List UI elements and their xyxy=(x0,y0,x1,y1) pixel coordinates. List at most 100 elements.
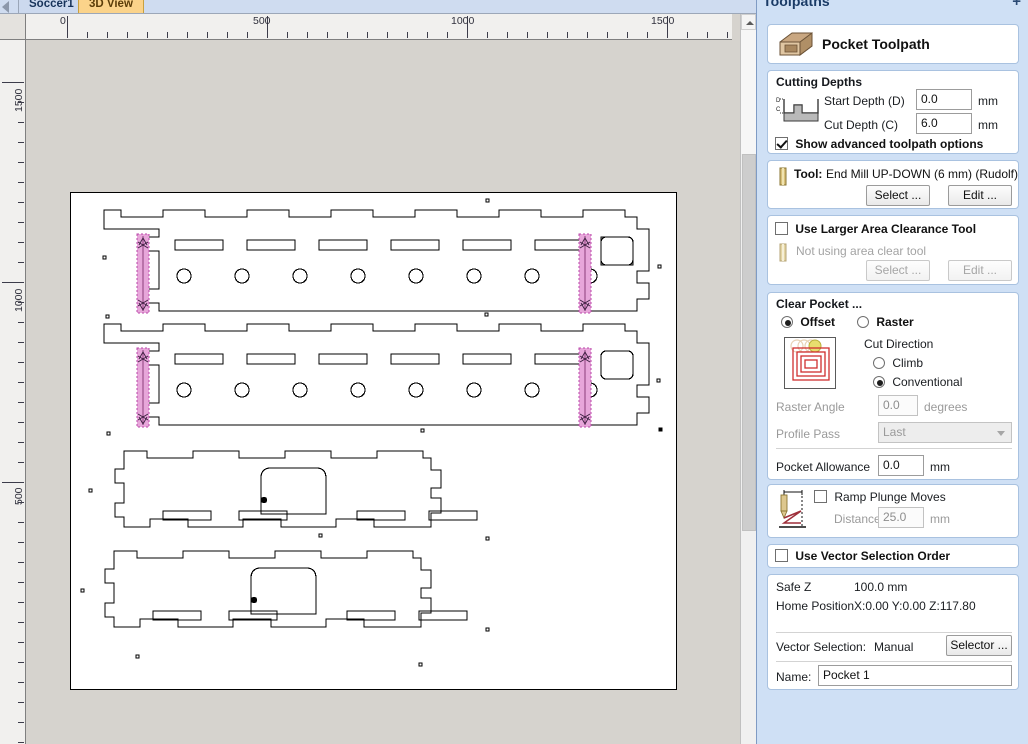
pocket-toolpath-icon xyxy=(779,32,813,56)
vector-order-row[interactable]: Use Vector Selection Order xyxy=(775,549,950,563)
direction-climb-radio-row[interactable]: Climb xyxy=(873,356,923,370)
vector-selection-value: Manual xyxy=(874,640,914,654)
toolpaths-panel: Toolpaths + Pocket Toolpath Cutting Dept… xyxy=(756,0,1028,744)
material-sheet xyxy=(70,192,677,690)
chevron-down-icon xyxy=(997,431,1005,436)
offset-strategy-preview-icon xyxy=(784,337,836,389)
vector-order-checkbox[interactable] xyxy=(775,549,788,562)
scrollbar-track[interactable] xyxy=(741,30,756,154)
advanced-options-checkbox[interactable] xyxy=(775,137,788,150)
ramp-distance-input[interactable]: 25.0 xyxy=(878,507,924,528)
toolpaths-panel-header: Toolpaths + xyxy=(757,0,1028,16)
home-position-label: Home Position xyxy=(776,599,855,613)
area-clearance-status: Not using area clear tool xyxy=(796,244,927,258)
area-clearance-group: Use Larger Area Clearance Tool Not using… xyxy=(767,215,1019,285)
position-group: Safe Z 100.0 mm Home Position X:0.00 Y:0… xyxy=(767,574,1019,690)
area-clearance-select-button[interactable]: Select ... xyxy=(866,260,930,281)
clear-pocket-group: Clear Pocket ... Offset Raster Cut Direc… xyxy=(767,292,1019,480)
profile-pass-select[interactable]: Last xyxy=(878,422,1012,443)
toolpaths-title: Toolpaths xyxy=(763,0,830,9)
add-toolpath-icon[interactable]: + xyxy=(1012,0,1021,10)
scroll-up-button[interactable] xyxy=(741,14,756,30)
svg-text:C: C xyxy=(776,107,781,113)
pocket-allowance-input[interactable]: 0.0 xyxy=(878,455,924,476)
strategy-offset-radio[interactable] xyxy=(781,316,793,328)
start-depth-input[interactable]: 0.0 xyxy=(916,89,972,110)
selector-button[interactable]: Selector ... xyxy=(946,635,1012,656)
advanced-options-label: Show advanced toolpath options xyxy=(795,137,984,151)
tool-edit-button[interactable]: Edit ... xyxy=(948,185,1012,206)
tool-select-button[interactable]: Select ... xyxy=(866,185,930,206)
canvas-vertical-scrollbar[interactable] xyxy=(740,14,756,744)
tab-3d-view[interactable]: 3D View xyxy=(78,0,144,13)
start-depth-label: Start Depth (D) xyxy=(824,94,905,108)
strategy-offset-label: Offset xyxy=(800,315,836,329)
direction-conventional-radio-row[interactable]: Conventional xyxy=(873,375,962,389)
cut-depth-label: Cut Depth (C) xyxy=(824,118,899,132)
strategy-offset-radio-row[interactable]: Offset xyxy=(781,315,835,329)
profile-pass-label: Profile Pass xyxy=(776,427,841,441)
pocket-allowance-label: Pocket Allowance xyxy=(776,460,871,474)
raster-angle-unit: degrees xyxy=(924,400,968,414)
ramp-plunge-label: Ramp Plunge Moves xyxy=(834,490,946,504)
area-clearance-checkbox[interactable] xyxy=(775,222,788,235)
ruler-corner xyxy=(0,14,26,40)
profile-pass-value: Last xyxy=(883,425,906,439)
area-clear-tool-icon xyxy=(779,243,787,262)
ruler-h-label-0: 0 xyxy=(60,15,66,27)
cut-depth-input[interactable]: 6.0 xyxy=(916,113,972,134)
vector-order-label: Use Vector Selection Order xyxy=(795,549,951,563)
ramp-distance-label: Distance xyxy=(834,512,881,526)
application-window: Soccer1 3D View 0 500 1000 1500 1500 100… xyxy=(0,0,1028,744)
ramp-plunge-icon xyxy=(779,490,806,528)
tab-scroll-left-icon[interactable] xyxy=(2,1,9,13)
position-divider-1 xyxy=(776,632,1012,633)
ramp-plunge-row[interactable]: Ramp Plunge Moves xyxy=(814,490,946,504)
ruler-h-label-500: 500 xyxy=(253,15,271,27)
toolpath-name-input[interactable]: Pocket 1 xyxy=(818,665,1012,686)
tool-label: Tool: xyxy=(794,167,823,181)
clear-pocket-divider xyxy=(776,448,1012,449)
toolpath-type-label: Pocket Toolpath xyxy=(822,36,930,52)
direction-climb-radio[interactable] xyxy=(873,357,885,369)
toolpath-type-group: Pocket Toolpath xyxy=(767,24,1019,64)
ramp-plunge-checkbox[interactable] xyxy=(814,490,827,503)
end-mill-tool-icon xyxy=(779,167,787,186)
ramp-plunge-group: Ramp Plunge Moves Distance 25.0 mm xyxy=(767,484,1019,538)
area-clearance-edit-button[interactable]: Edit ... xyxy=(948,260,1012,281)
pocket-allowance-unit: mm xyxy=(930,460,950,474)
raster-angle-input[interactable]: 0.0 xyxy=(878,395,918,416)
strategy-raster-radio[interactable] xyxy=(857,316,869,328)
scrollbar-thumb[interactable] xyxy=(742,154,756,531)
vertical-ruler: 1500 1000 500 xyxy=(0,40,26,744)
svg-text:D: D xyxy=(776,98,781,104)
horizontal-ruler: 0 500 1000 1500 xyxy=(26,14,732,40)
tab-soccer1[interactable]: Soccer1 xyxy=(18,0,85,13)
chevron-up-icon xyxy=(746,21,754,25)
cut-depth-unit: mm xyxy=(978,118,998,132)
name-label: Name: xyxy=(776,670,812,684)
cad-canvas[interactable] xyxy=(27,41,732,744)
tool-name: End Mill UP-DOWN (6 mm) (Rudolf) xyxy=(826,167,1019,181)
ramp-distance-unit: mm xyxy=(930,512,950,526)
advanced-options-row[interactable]: Show advanced toolpath options xyxy=(775,137,983,151)
strategy-raster-label: Raster xyxy=(876,315,914,329)
cut-depth-diagram-icon: D C xyxy=(776,98,819,122)
ruler-v-label-1500: 1500 xyxy=(13,88,25,112)
safe-z-value: 100.0 mm xyxy=(854,580,908,594)
direction-climb-label: Climb xyxy=(892,356,924,370)
start-depth-unit: mm xyxy=(978,94,998,108)
cutting-depths-title: Cutting Depths xyxy=(776,75,862,89)
tool-group: Tool: End Mill UP-DOWN (6 mm) (Rudolf) S… xyxy=(767,160,1019,209)
document-tab-strip: Soccer1 3D View xyxy=(0,0,756,14)
direction-conventional-radio[interactable] xyxy=(873,376,885,388)
position-divider-2 xyxy=(776,661,1012,662)
vector-order-group: Use Vector Selection Order xyxy=(767,544,1019,568)
strategy-raster-radio-row[interactable]: Raster xyxy=(857,315,914,329)
ruler-h-label-1000: 1000 xyxy=(451,15,475,27)
ruler-h-label-1500: 1500 xyxy=(651,15,675,27)
cutting-depths-group: Cutting Depths D C Start Depth (D) 0.0 m… xyxy=(767,70,1019,154)
ruler-v-label-1000: 1000 xyxy=(13,288,25,312)
area-clearance-row[interactable]: Use Larger Area Clearance Tool xyxy=(775,222,976,236)
home-position-value: X:0.00 Y:0.00 Z:117.80 xyxy=(854,599,976,613)
